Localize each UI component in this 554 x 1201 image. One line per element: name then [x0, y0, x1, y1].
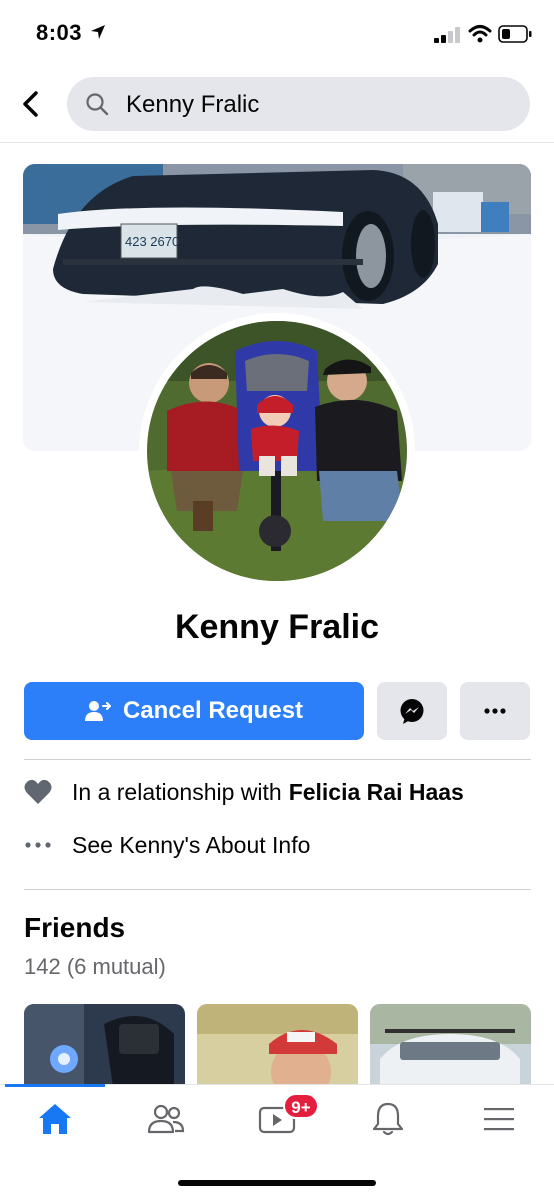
- divider: [24, 889, 531, 890]
- friends-count: 142 (6 mutual): [24, 954, 166, 979]
- home-icon: [39, 1104, 71, 1134]
- profile-image: [147, 321, 407, 581]
- back-button[interactable]: [14, 86, 46, 122]
- wifi-icon: [468, 25, 492, 43]
- profile-name: Kenny Fralic: [174, 608, 380, 646]
- relationship-partner-link[interactable]: Felicia Rai Haas: [289, 779, 464, 806]
- back-icon: [23, 91, 38, 117]
- active-tab-indicator: [5, 1084, 105, 1087]
- relationship-text: In a relationship with: [72, 778, 282, 805]
- search-icon: [86, 93, 109, 116]
- divider: [24, 759, 531, 760]
- friend-photo: [370, 1004, 531, 1094]
- battery-icon: [498, 25, 532, 43]
- about-info-row[interactable]: See Kenny's About Info: [24, 825, 531, 865]
- tab-notifications[interactable]: [358, 1095, 418, 1143]
- about-info-label: See Kenny's About Info: [72, 831, 311, 858]
- friends-icon: [147, 1104, 185, 1134]
- cancel-request-label: Cancel Request: [122, 697, 304, 724]
- friend-tile[interactable]: [197, 1004, 358, 1094]
- home-indicator: [178, 1180, 376, 1186]
- header-divider: [0, 142, 554, 143]
- relationship-row: In a relationship with Felicia Rai Haas: [24, 772, 531, 812]
- tab-menu[interactable]: [469, 1095, 529, 1143]
- signal-icon: [434, 27, 460, 43]
- friend-photo: [197, 1004, 358, 1094]
- cancel-request-button[interactable]: Cancel Request: [24, 682, 364, 740]
- status-bar: 8:03: [0, 0, 554, 66]
- friend-tile[interactable]: [370, 1004, 531, 1094]
- friend-photo: [24, 1004, 185, 1094]
- location-arrow-icon: [91, 25, 105, 39]
- bell-icon: [372, 1102, 404, 1136]
- more-options-button[interactable]: [460, 682, 530, 740]
- friends-title[interactable]: Friends: [24, 912, 125, 944]
- license-plate: 423 2670: [125, 234, 179, 249]
- menu-icon: [484, 1108, 514, 1131]
- watch-badge: 9+: [283, 1093, 319, 1119]
- profile-picture[interactable]: [147, 321, 407, 581]
- search-query: Kenny Fralic: [126, 91, 260, 118]
- tab-home[interactable]: [25, 1095, 85, 1143]
- add-friend-icon: [84, 701, 111, 721]
- more-icon: [484, 708, 506, 714]
- message-button[interactable]: [377, 682, 447, 740]
- friend-tile[interactable]: [24, 1004, 185, 1094]
- ellipsis-icon: [24, 831, 52, 859]
- tab-friends[interactable]: [136, 1095, 196, 1143]
- search-header: Kenny Fralic: [0, 74, 554, 134]
- heart-icon: [24, 778, 52, 806]
- messenger-icon: [400, 699, 424, 724]
- status-time: 8:03: [36, 20, 83, 45]
- search-input[interactable]: Kenny Fralic: [67, 77, 530, 131]
